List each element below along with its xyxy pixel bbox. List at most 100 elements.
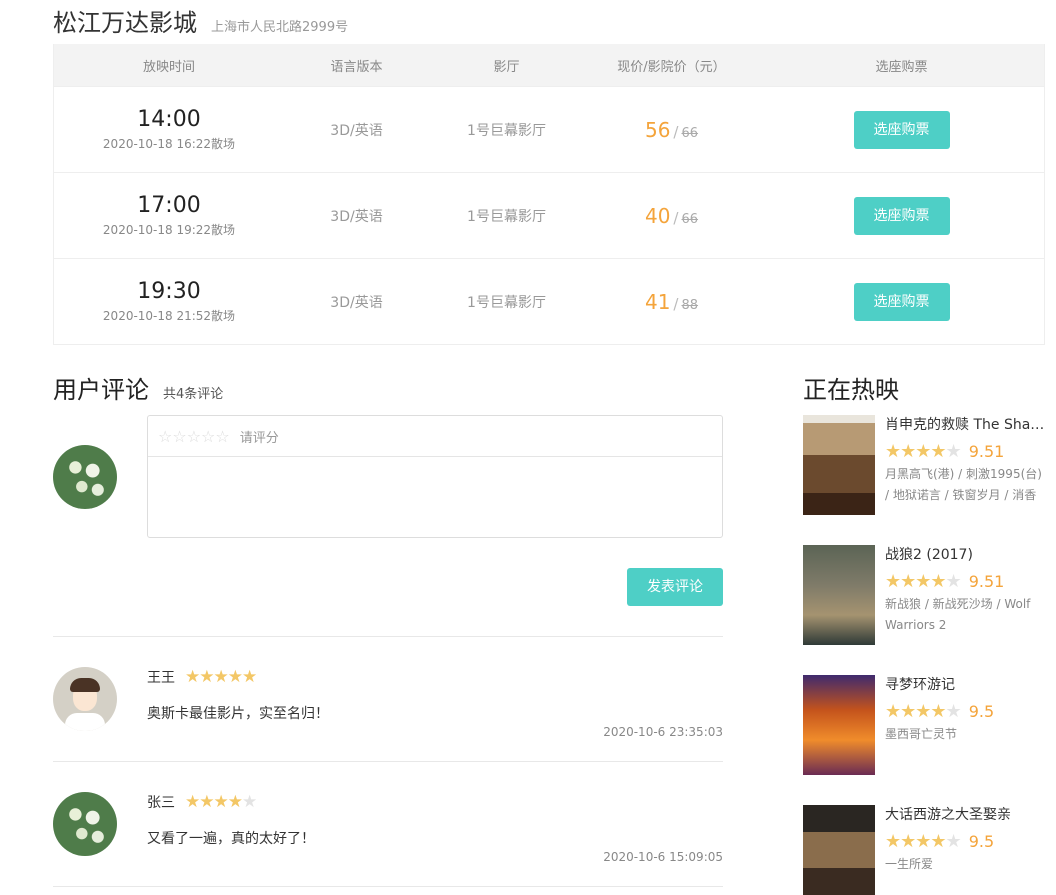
rating-bar: ☆☆☆☆☆ 请评分	[148, 416, 722, 457]
cinema-address: 上海市人民北路2999号	[211, 20, 349, 35]
now-showing-title: 正在热映	[803, 376, 899, 404]
end-time: 2020-10-18 21:52散场	[102, 309, 236, 323]
cinema-name: 松江万达影城	[53, 9, 197, 37]
hall-name: 1号巨幕影厅	[467, 122, 546, 139]
movie-score-row: ★★★★★ 9.5	[885, 830, 1045, 852]
comment-user-row: 王王 ★★★★★	[147, 667, 257, 687]
show-time: 19:30	[137, 279, 201, 304]
hall-name: 1号巨幕影厅	[467, 208, 546, 225]
movie-score-row: ★★★★★ 9.5	[885, 700, 1045, 722]
schedule-row: 14:00 2020-10-18 16:22散场 3D/英语 1号巨幕影厅 56…	[54, 86, 1044, 172]
movie-info: 大话西游之大圣娶亲 ★★★★★ 9.5 一生所爱	[885, 805, 1045, 875]
showtime-cell: 19:30 2020-10-18 21:52散场	[54, 279, 284, 324]
movie-score: 9.5	[968, 831, 995, 851]
movie-score: 9.5	[968, 701, 995, 721]
divider	[53, 761, 723, 762]
price-cell: 41/88	[584, 290, 759, 314]
divider	[53, 636, 723, 637]
select-seat-button[interactable]: 选座购票	[853, 110, 950, 149]
movie-poster[interactable]	[803, 545, 875, 645]
select-seat-button[interactable]: 选座购票	[853, 282, 950, 321]
movie-name[interactable]: 大话西游之大圣娶亲	[885, 805, 1045, 825]
current-price: 56	[644, 117, 671, 142]
movie-poster[interactable]	[803, 675, 875, 775]
movie-name[interactable]: 寻梦环游记	[885, 675, 1045, 695]
header-time: 放映时间	[142, 59, 195, 75]
cartoon-avatar	[53, 667, 117, 731]
cinema-price: 66	[681, 125, 699, 141]
movie-alias: 新战狼 / 新战死沙场 / Wolf Warriors 2	[885, 597, 1031, 632]
buy-cell: 选座购票	[759, 196, 1044, 235]
price-separator: /	[673, 208, 679, 227]
movie-card[interactable]: 大话西游之大圣娶亲 ★★★★★ 9.5 一生所爱	[803, 805, 1048, 895]
cinema-price: 88	[681, 297, 699, 313]
comment-rating-stars: ★★★★★	[185, 667, 257, 687]
movie-alias: 月黑高飞(港) / 刺激1995(台) / 地狱诺言 / 铁窗岁月 / 消香	[885, 467, 1042, 502]
flower-avatar	[53, 792, 117, 856]
language-version: 3D/英语	[330, 122, 383, 139]
show-time: 17:00	[137, 193, 201, 218]
comment-item: 张三 ★★★★★ 又看了一遍，真的太好了！ 2020-10-6 15:09:05	[53, 792, 723, 872]
comment-username: 王王	[147, 670, 175, 686]
movie-rating-stars: ★★★★★	[885, 570, 962, 592]
header-hall: 影厅	[493, 59, 520, 75]
current-user-avatar	[53, 445, 117, 509]
buy-cell: 选座购票	[759, 282, 1044, 321]
movie-card[interactable]: 肖申克的救赎 The Shawshank Redemption ★★★★★ 9.…	[803, 415, 1048, 515]
cinema-price: 66	[681, 211, 699, 227]
divider	[53, 886, 723, 887]
price-cell: 56/66	[584, 118, 759, 142]
comment-user-row: 张三 ★★★★★	[147, 792, 257, 812]
movie-score-row: ★★★★★ 9.51	[885, 440, 1045, 462]
rating-stars-input[interactable]: ☆☆☆☆☆	[158, 427, 230, 446]
select-seat-button[interactable]: 选座购票	[853, 196, 950, 235]
buy-cell: 选座购票	[759, 110, 1044, 149]
current-price: 41	[644, 289, 671, 314]
movie-name[interactable]: 战狼2 (2017)	[885, 545, 1045, 565]
price-separator: /	[673, 122, 679, 141]
movie-alias: 墨西哥亡灵节	[885, 727, 958, 741]
comments-title: 用户评论	[53, 376, 149, 404]
comment-text: 又看了一遍，真的太好了！	[147, 831, 315, 847]
comments-header: 用户评论 共4条评论	[53, 370, 223, 405]
rating-hint: 请评分	[239, 430, 279, 446]
showtime-cell: 14:00 2020-10-18 16:22散场	[54, 107, 284, 152]
comment-time: 2020-10-6 23:35:03	[603, 725, 723, 739]
header-price: 现价/影院价（元）	[617, 59, 726, 75]
price-cell: 40/66	[584, 204, 759, 228]
comment-username: 张三	[147, 795, 175, 811]
comment-input[interactable]	[154, 462, 718, 534]
post-comment-button[interactable]: 发表评论	[627, 568, 723, 606]
hall-name: 1号巨幕影厅	[467, 294, 546, 311]
schedule-row: 17:00 2020-10-18 19:22散场 3D/英语 1号巨幕影厅 40…	[54, 172, 1044, 258]
movie-name[interactable]: 肖申克的救赎 The Shawshank Redemption	[885, 415, 1045, 435]
movie-poster[interactable]	[803, 805, 875, 895]
header-buy: 选座购票	[875, 59, 928, 75]
comment-text: 奥斯卡最佳影片，实至名归！	[147, 706, 329, 722]
movie-card[interactable]: 战狼2 (2017) ★★★★★ 9.51 新战狼 / 新战死沙场 / Wolf…	[803, 545, 1048, 645]
movie-rating-stars: ★★★★★	[885, 830, 962, 852]
schedule-table: 放映时间 语言版本 影厅 现价/影院价（元） 选座购票 14:00 2020-1…	[53, 44, 1045, 345]
price-separator: /	[673, 294, 679, 313]
comment-editor: ☆☆☆☆☆ 请评分	[147, 415, 723, 538]
header-language: 语言版本	[330, 59, 383, 75]
cinema-header: 松江万达影城 上海市人民北路2999号	[53, 3, 348, 38]
movie-alias: 一生所爱	[885, 857, 934, 871]
showtime-cell: 17:00 2020-10-18 19:22散场	[54, 193, 284, 238]
movie-card[interactable]: 寻梦环游记 ★★★★★ 9.5 墨西哥亡灵节	[803, 675, 1048, 775]
movie-score-row: ★★★★★ 9.51	[885, 570, 1045, 592]
movie-score: 9.51	[968, 441, 1005, 461]
language-version: 3D/英语	[330, 208, 383, 225]
movie-info: 战狼2 (2017) ★★★★★ 9.51 新战狼 / 新战死沙场 / Wolf…	[885, 545, 1045, 636]
end-time: 2020-10-18 19:22散场	[102, 223, 236, 237]
end-time: 2020-10-18 16:22散场	[102, 137, 236, 151]
schedule-row: 19:30 2020-10-18 21:52散场 3D/英语 1号巨幕影厅 41…	[54, 258, 1044, 344]
show-time: 14:00	[137, 107, 201, 132]
movie-rating-stars: ★★★★★	[885, 700, 962, 722]
movie-info: 肖申克的救赎 The Shawshank Redemption ★★★★★ 9.…	[885, 415, 1045, 506]
comment-time: 2020-10-6 15:09:05	[603, 850, 723, 864]
movie-rating-stars: ★★★★★	[885, 440, 962, 462]
comment-item: 王王 ★★★★★ 奥斯卡最佳影片，实至名归！ 2020-10-6 23:35:0…	[53, 667, 723, 747]
movie-poster[interactable]	[803, 415, 875, 515]
comments-count: 共4条评论	[163, 387, 224, 402]
